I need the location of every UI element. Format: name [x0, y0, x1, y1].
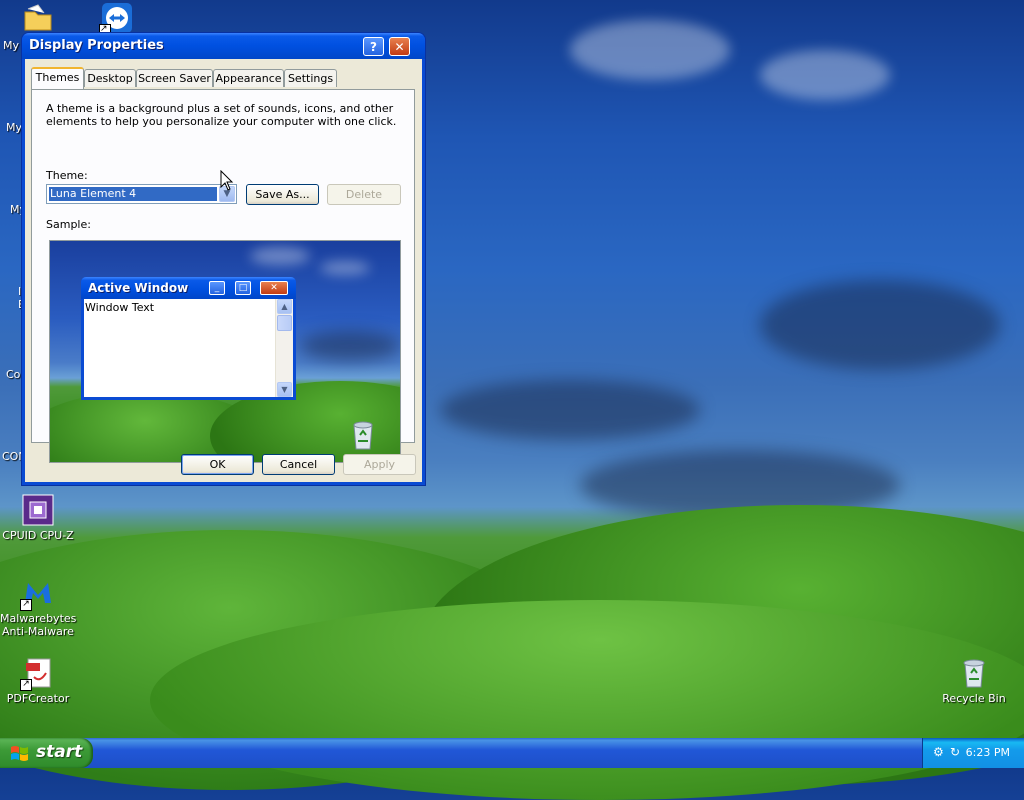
pdfcreator-icon: ↗ [20, 657, 54, 691]
desktop-icon-label: PDFCreator [6, 692, 70, 705]
close-button[interactable]: ✕ [389, 37, 410, 56]
desktop-label-partial: Co [6, 368, 21, 381]
sample-active-window: Active Window _ □ ✕ Window Text ▲ ▼ [81, 277, 296, 400]
save-as-button[interactable]: Save As... [246, 184, 319, 205]
maximize-icon: □ [235, 281, 251, 295]
scroll-down-icon: ▼ [277, 382, 292, 397]
desktop-icon-recycle-bin[interactable]: Recycle Bin [936, 657, 1012, 705]
theme-label: Theme: [46, 169, 88, 182]
tray-network-icon[interactable]: ⚙ [933, 745, 944, 759]
display-properties-window: Display Properties ? ✕ Themes Desktop Sc… [22, 33, 425, 485]
sample-window-body: Window Text ▲ ▼ [84, 299, 293, 397]
desktop-icon-my-documents[interactable] [22, 2, 54, 34]
desktop-icon-pdfcreator[interactable]: ↗ PDFCreator [0, 657, 76, 705]
desktop-label-partial: I [18, 285, 22, 298]
theme-dropdown-value: Luna Element 4 [48, 186, 218, 202]
system-tray: ⚙ ↻ 6:23 PM [922, 738, 1024, 768]
button-label: Save As... [255, 188, 310, 201]
tab-appearance[interactable]: Appearance [213, 69, 284, 87]
themes-panel: A theme is a background plus a set of so… [31, 89, 415, 463]
cancel-button[interactable]: Cancel [262, 454, 335, 475]
title-bar[interactable]: Display Properties ? ✕ [22, 33, 425, 59]
start-button[interactable]: start [0, 738, 93, 768]
sample-label: Sample: [46, 218, 91, 231]
mouse-cursor-icon [220, 170, 234, 191]
tab-desktop[interactable]: Desktop [84, 69, 136, 87]
clock[interactable]: 6:23 PM [966, 746, 1010, 759]
sample-title-bar: Active Window _ □ ✕ [81, 277, 296, 299]
tab-themes[interactable]: Themes [31, 67, 84, 89]
theme-sample-preview: Active Window _ □ ✕ Window Text ▲ ▼ [49, 240, 401, 463]
help-button[interactable]: ? [363, 37, 384, 56]
scroll-thumb [277, 315, 292, 331]
recycle-bin-icon [958, 657, 990, 689]
tab-label: Settings [287, 72, 334, 85]
desktop-label-partial: My [6, 121, 23, 134]
desktop-icon-label: CPUID CPU-Z [2, 529, 74, 542]
tab-screen-saver[interactable]: Screen Saver [136, 69, 213, 87]
sample-window-text: Window Text [85, 301, 155, 314]
close-icon: ✕ [260, 281, 288, 295]
minimize-icon: _ [209, 281, 225, 295]
tab-label: Screen Saver [138, 72, 211, 85]
scroll-up-icon: ▲ [277, 299, 292, 314]
button-label: Delete [345, 188, 383, 201]
ok-button[interactable]: OK [181, 454, 254, 475]
close-icon: ✕ [394, 40, 405, 54]
theme-dropdown[interactable]: Luna Element 4 ▼ [46, 184, 237, 204]
button-label: Apply [363, 458, 396, 471]
shortcut-arrow-icon: ↗ [20, 599, 32, 611]
apply-button[interactable]: Apply [343, 454, 416, 475]
taskbar: start ⚙ ↻ 6:23 PM [0, 738, 1024, 768]
desktop-icon-label: Malwarebytes Anti-Malware [0, 612, 77, 638]
button-label: Cancel [279, 458, 318, 471]
cpuz-icon [22, 494, 54, 526]
window-title: Display Properties [29, 38, 164, 53]
help-icon: ? [370, 40, 377, 54]
tab-label: Themes [35, 71, 80, 84]
button-label: OK [209, 458, 226, 471]
window-body: Themes Desktop Screen Saver Appearance S… [25, 59, 422, 482]
theme-description: A theme is a background plus a set of so… [46, 102, 397, 128]
start-label: start [36, 742, 83, 762]
sample-scrollbar: ▲ ▼ [275, 299, 293, 397]
desktop-icon-cpuz[interactable]: CPUID CPU-Z [0, 494, 76, 542]
desktop-icon-label: Recycle Bin [942, 692, 1006, 705]
folder-icon [24, 4, 52, 31]
tab-settings[interactable]: Settings [284, 69, 337, 87]
malwarebytes-icon: ↗ [20, 577, 54, 611]
tray-sync-icon[interactable]: ↻ [950, 745, 960, 759]
sample-window-title: Active Window [88, 281, 189, 295]
tab-label: Appearance [215, 72, 282, 85]
windows-logo-icon [11, 746, 28, 761]
desktop-icon-malwarebytes[interactable]: ↗ Malwarebytes Anti-Malware [0, 577, 76, 638]
recycle-bin-icon [353, 421, 373, 450]
desktop-icon-teamviewer[interactable]: ↗ [99, 2, 133, 36]
delete-button[interactable]: Delete [327, 184, 401, 205]
tab-label: Desktop [87, 72, 133, 85]
shortcut-arrow-icon: ↗ [20, 679, 32, 691]
